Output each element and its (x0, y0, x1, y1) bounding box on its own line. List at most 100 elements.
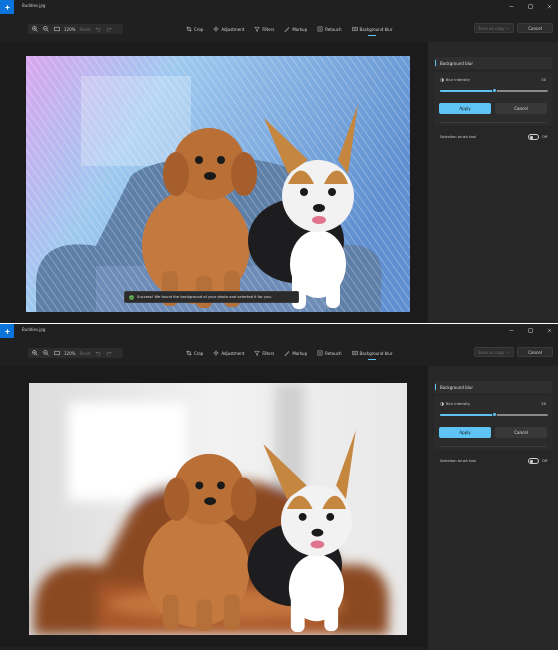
undo-button[interactable] (95, 26, 102, 33)
redo-button[interactable] (106, 350, 113, 357)
tab-adjustment-label: Adjustment (221, 26, 245, 32)
close-button[interactable] (546, 326, 552, 334)
zoom-in-button[interactable] (31, 26, 38, 33)
tab-background-blur[interactable]: Background blur (351, 26, 392, 36)
selection-brush-toggle[interactable] (528, 134, 539, 140)
tab-filters[interactable]: Filters (254, 350, 274, 356)
tab-markup[interactable]: Markup (284, 350, 307, 356)
redo-icon (106, 27, 112, 32)
crop-icon (186, 350, 192, 356)
tab-adjustment-label: Adjustment (221, 350, 245, 356)
tab-retouch-label: Retouch (325, 350, 342, 356)
pen-icon (284, 27, 290, 32)
header-accent-bar (435, 60, 436, 66)
header-accent-bar (435, 384, 436, 390)
slider-thumb[interactable] (491, 88, 497, 93)
tab-markup[interactable]: Markup (284, 26, 307, 32)
toggle-knob (530, 460, 533, 463)
zoom-toolbar: 120% Reset (28, 348, 123, 358)
blur-intensity-value: 50 (541, 402, 546, 406)
tab-background-blur[interactable]: Background blur (351, 350, 392, 360)
blur-intensity-value: 50 (541, 78, 546, 82)
close-icon (547, 328, 551, 332)
selection-brush-row: Selection brush tool Off (434, 455, 552, 467)
apply-button[interactable]: Apply (439, 427, 491, 438)
photos-editor-window-before: Buddies.jpg 120% Reset Crop Adjustment F… (0, 0, 558, 323)
photo-dogs-blurred-background[interactable] (29, 383, 407, 635)
slider-thumb[interactable] (491, 412, 497, 417)
cancel-edit-button[interactable]: Cancel (517, 23, 553, 33)
divider (440, 122, 546, 123)
crop-icon (186, 26, 192, 32)
save-as-copy-button[interactable]: Save as copy (474, 23, 514, 33)
tab-retouch[interactable]: Retouch (317, 26, 342, 32)
fit-to-window-button[interactable] (53, 26, 60, 33)
toggle-knob (530, 136, 533, 139)
zoom-in-button[interactable] (31, 350, 38, 357)
cancel-button[interactable]: Cancel (495, 427, 547, 438)
sun-icon (213, 26, 220, 32)
minimize-icon (509, 329, 513, 331)
selection-brush-toggle[interactable] (528, 458, 539, 464)
fit-to-window-icon (53, 26, 60, 32)
background-blur-icon (351, 26, 358, 32)
selection-brush-label: Selection brush tool (440, 459, 476, 463)
photos-editor-window-after: Buddies.jpg 120% Reset Crop Adjustment F… (0, 324, 558, 650)
maximize-button[interactable] (527, 326, 533, 334)
reset-button[interactable]: Reset (79, 351, 90, 356)
cancel-button[interactable]: Cancel (495, 103, 547, 114)
save-as-copy-label: Save as copy (478, 25, 505, 31)
redo-icon (106, 351, 112, 356)
background-blur-header: Background blur (434, 381, 552, 393)
blur-intensity-slider[interactable] (440, 412, 548, 417)
selection-brush-state: Off (542, 135, 548, 139)
photo-dogs-selected-background[interactable] (26, 56, 410, 312)
cancel-edit-button[interactable]: Cancel (517, 347, 553, 357)
slider-fill (440, 90, 494, 92)
minimize-button[interactable] (508, 2, 514, 10)
filter-icon (254, 350, 261, 356)
chevron-down-icon (505, 351, 510, 354)
blur-intensity-slider[interactable] (440, 88, 548, 93)
maximize-icon (528, 4, 532, 8)
minimize-button[interactable] (508, 326, 514, 334)
reset-button[interactable]: Reset (79, 27, 90, 32)
tab-filters[interactable]: Filters (254, 26, 274, 32)
close-button[interactable] (546, 2, 552, 10)
blur-intensity-text: Blur intensity (446, 402, 470, 406)
background-blur-title: Background blur (440, 61, 473, 66)
selection-brush-row: Selection brush tool Off (434, 131, 552, 143)
close-icon (547, 4, 551, 8)
photos-app-icon (0, 0, 14, 14)
fit-to-window-icon (53, 350, 60, 356)
tab-crop[interactable]: Crop (186, 350, 203, 356)
sun-icon (213, 350, 220, 356)
blur-intensity-icon (440, 402, 444, 406)
title-bar: Buddies.jpg (0, 324, 558, 338)
tab-retouch[interactable]: Retouch (317, 350, 342, 356)
zoom-out-button[interactable] (42, 350, 49, 357)
tab-adjustment[interactable]: Adjustment (213, 350, 244, 356)
apply-button[interactable]: Apply (439, 103, 491, 114)
blur-intensity-text: Blur intensity (446, 78, 470, 82)
blur-intensity-label: Blur intensity (440, 78, 470, 82)
zoom-out-icon (42, 350, 49, 356)
tab-adjustment[interactable]: Adjustment (213, 26, 244, 32)
undo-button[interactable] (95, 350, 102, 357)
fit-to-window-button[interactable] (53, 350, 60, 357)
redo-button[interactable] (106, 26, 113, 33)
retouch-icon (317, 26, 323, 32)
success-toast: Success! We found the background of your… (124, 291, 299, 303)
zoom-out-button[interactable] (42, 26, 49, 33)
blur-settings: Blur intensity 50 Apply Cancel (434, 72, 552, 126)
zoom-toolbar: 120% Reset (28, 24, 123, 34)
save-as-copy-button[interactable]: Save as copy (474, 347, 514, 357)
window-title: Buddies.jpg (22, 3, 46, 8)
zoom-out-icon (42, 26, 49, 32)
maximize-button[interactable] (527, 2, 533, 10)
tab-markup-label: Markup (292, 26, 308, 32)
selection-brush-state: Off (542, 459, 548, 463)
tab-retouch-label: Retouch (325, 26, 342, 32)
tab-crop[interactable]: Crop (186, 26, 203, 32)
undo-icon (95, 351, 101, 356)
